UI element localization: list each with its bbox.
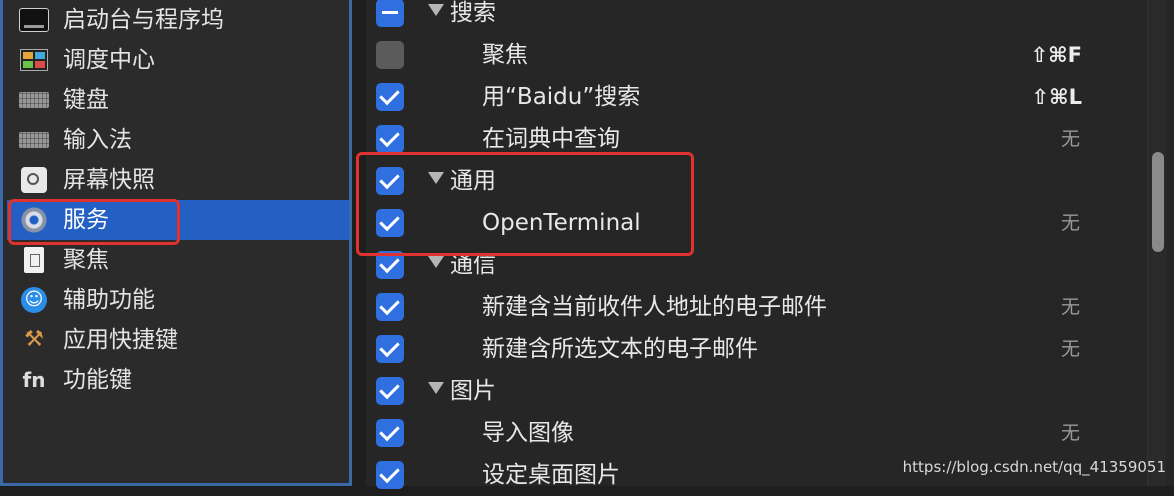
service-row[interactable]: 用“Baidu”搜索 ⇧⌘L (366, 76, 1142, 118)
sidebar-item-accessibility[interactable]: ☺ 辅助功能 (7, 280, 349, 320)
service-label: 聚焦 (482, 42, 528, 68)
group-checkbox[interactable] (376, 377, 404, 405)
sidebar-item-label: 屏幕快照 (63, 167, 155, 193)
sidebar-item-function-keys[interactable]: fn 功能键 (7, 360, 349, 400)
service-checkbox[interactable] (376, 419, 404, 447)
general-group-highlight-box (356, 152, 694, 256)
service-row[interactable]: 聚焦 ⇧⌘F (366, 34, 1142, 76)
service-checkbox[interactable] (376, 83, 404, 111)
services-highlight-box (8, 199, 180, 245)
sidebar-item-app-shortcuts[interactable]: ⚒ 应用快捷键 (7, 320, 349, 360)
sidebar-item-label: 聚焦 (63, 247, 109, 273)
service-label: 新建含当前收件人地址的电子邮件 (482, 294, 827, 320)
sidebar-item-spotlight[interactable]: 聚焦 (7, 240, 349, 280)
disclosure-triangle-icon[interactable] (428, 382, 444, 394)
service-checkbox[interactable] (376, 125, 404, 153)
service-label: 新建含所选文本的电子邮件 (482, 336, 758, 362)
accessibility-icon: ☺ (19, 285, 49, 315)
watermark: https://blog.csdn.net/qq_41359051 (902, 458, 1166, 476)
sidebar-item-label: 功能键 (63, 367, 132, 393)
app-shortcuts-icon: ⚒ (24, 327, 44, 352)
service-label: 设定桌面图片 (482, 462, 620, 488)
sidebar-item-label: 调度中心 (63, 47, 155, 73)
shortcut-value[interactable]: 无 (1061, 328, 1080, 370)
shortcut-value[interactable]: 无 (1061, 202, 1080, 244)
service-checkbox[interactable] (376, 335, 404, 363)
sidebar-item-label: 启动台与程序坞 (63, 7, 224, 33)
service-group-row[interactable]: 搜索 (366, 0, 1142, 34)
shortcut-value[interactable]: ⇧⌘F (1031, 34, 1082, 76)
shortcut-value[interactable]: ⇧⌘L (1032, 76, 1082, 118)
spotlight-icon (19, 245, 49, 275)
sidebar-item-mission-control[interactable]: 调度中心 (7, 40, 349, 80)
service-checkbox[interactable] (376, 41, 404, 69)
service-checkbox[interactable] (376, 293, 404, 321)
keyboard-icon (19, 85, 49, 115)
shortcut-value[interactable]: 无 (1061, 412, 1080, 454)
mission-control-icon (19, 45, 49, 75)
group-checkbox[interactable] (376, 0, 404, 27)
sidebar-item-label: 键盘 (63, 87, 109, 113)
disclosure-triangle-icon[interactable] (428, 4, 444, 16)
disclosure-triangle-icon[interactable] (428, 256, 444, 268)
vertical-scrollbar[interactable] (1147, 0, 1166, 486)
sidebar-item-screenshots[interactable]: 屏幕快照 (7, 160, 349, 200)
screenshot-icon (19, 165, 49, 195)
shortcut-value[interactable]: 无 (1061, 118, 1080, 160)
sidebar-item-label: 辅助功能 (63, 287, 155, 313)
sidebar-item-keyboard[interactable]: 键盘 (7, 80, 349, 120)
group-label: 搜索 (450, 0, 496, 26)
shortcut-value[interactable]: 无 (1061, 286, 1080, 328)
service-label: 用“Baidu”搜索 (482, 84, 641, 110)
sidebar-item-launchpad-dock[interactable]: 启动台与程序坞 (7, 0, 349, 40)
service-label: 导入图像 (482, 420, 574, 446)
launchpad-icon (19, 5, 49, 35)
service-row[interactable]: 新建含当前收件人地址的电子邮件 无 (366, 286, 1142, 328)
keyboard-icon (19, 125, 49, 155)
service-row[interactable]: 新建含所选文本的电子邮件 无 (366, 328, 1142, 370)
sidebar-item-label: 应用快捷键 (63, 327, 178, 353)
service-group-row[interactable]: 图片 (366, 370, 1142, 412)
service-checkbox[interactable] (376, 461, 404, 489)
sidebar-item-label: 输入法 (63, 127, 132, 153)
scrollbar-thumb[interactable] (1152, 152, 1164, 252)
service-row[interactable]: 导入图像 无 (366, 412, 1142, 454)
fn-icon: fn (22, 368, 46, 392)
sidebar-item-input-sources[interactable]: 输入法 (7, 120, 349, 160)
group-label: 图片 (450, 378, 496, 404)
